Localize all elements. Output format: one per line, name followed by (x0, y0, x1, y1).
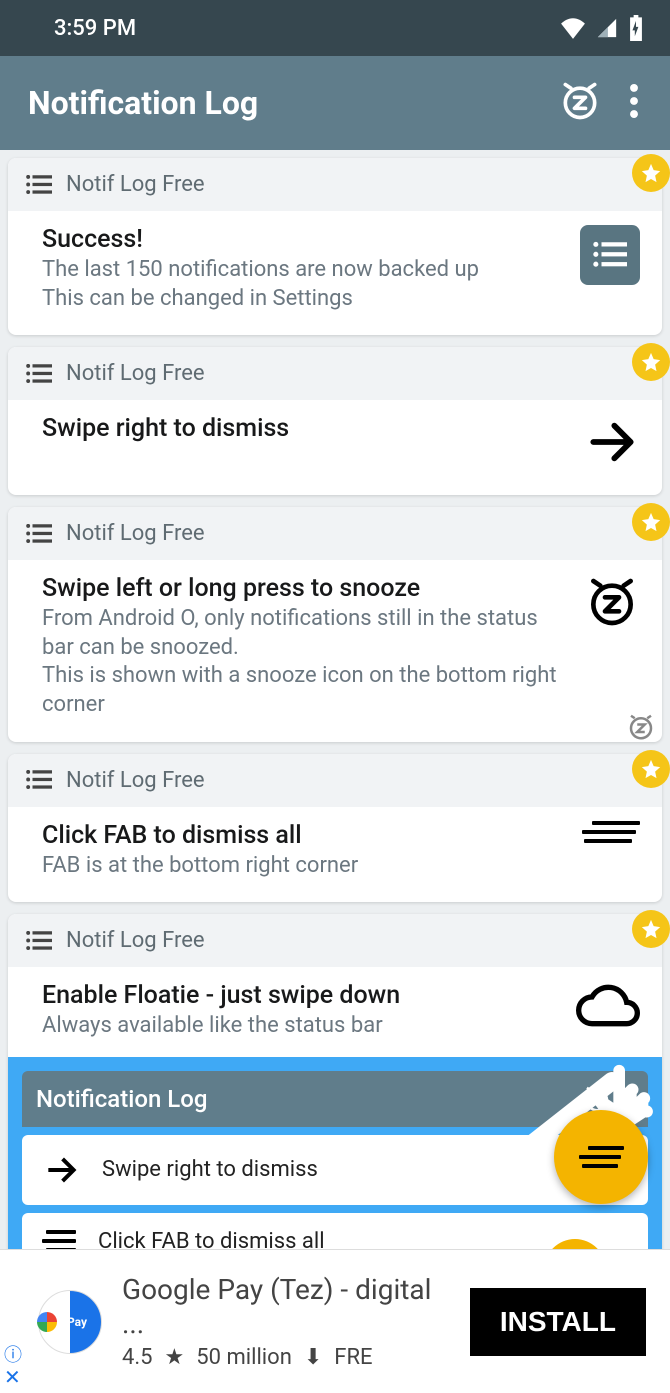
notification-list[interactable]: Notif Log Free Success! The last 150 not… (0, 150, 670, 1249)
card-header: Notif Log Free (8, 347, 662, 400)
list-icon (26, 770, 52, 790)
card-subtitle: FAB is at the bottom right corner (42, 852, 564, 881)
notification-card[interactable]: Notif Log Free Enable Floatie - just swi… (8, 914, 662, 1249)
list-icon (26, 931, 52, 951)
arrow-right-icon (584, 414, 640, 470)
page-title: Notification Log (28, 84, 558, 122)
star-badge-icon (632, 503, 670, 541)
status-bar: 3:59 PM (0, 0, 670, 56)
ad-info-icon[interactable]: ⓘ (4, 1341, 22, 1367)
card-title: Swipe right to dismiss (42, 414, 566, 443)
card-title: Click FAB to dismiss all (42, 821, 564, 850)
card-header: Notif Log Free (8, 158, 662, 211)
ad-logo: Pay (38, 1290, 102, 1354)
snooze-icon[interactable] (558, 79, 602, 127)
details-button[interactable] (580, 225, 640, 285)
card-app-name: Notif Log Free (66, 768, 205, 793)
card-subtitle: Always available like the status bar (42, 1012, 558, 1041)
star-badge-icon (632, 750, 670, 788)
ad-close-icon[interactable]: ✕ (4, 1365, 21, 1389)
ad-logo-text: Pay (67, 1315, 87, 1329)
list-icon (26, 175, 52, 195)
ad-meta: 4.5 ★ 50 million ⬇ FRE (122, 1345, 450, 1370)
battery-icon (628, 15, 644, 41)
preview-row-text: Click FAB to dismiss all (98, 1229, 325, 1249)
card-subtitle: From Android O, only notifications still… (42, 605, 566, 719)
wifi-icon (560, 17, 586, 39)
notification-card[interactable]: Notif Log Free Success! The last 150 not… (8, 158, 662, 335)
clear-all-icon (582, 821, 640, 843)
install-button[interactable]: INSTALL (470, 1288, 646, 1356)
list-icon (26, 524, 52, 544)
ad-banner[interactable]: ⓘ ✕ Pay Google Pay (Tez) - digital ... 4… (0, 1249, 670, 1393)
signal-icon (596, 17, 618, 39)
clear-all-icon (42, 1230, 76, 1249)
card-title: Enable Floatie - just swipe down (42, 981, 558, 1010)
notification-card[interactable]: Notif Log Free Click FAB to dismiss all … (8, 754, 662, 903)
card-app-name: Notif Log Free (66, 172, 205, 197)
notification-card[interactable]: Notif Log Free Swipe right to dismiss (8, 347, 662, 495)
star-badge-icon (632, 343, 670, 381)
status-time: 3:59 PM (54, 16, 136, 41)
card-header: Notif Log Free (8, 507, 662, 560)
card-header: Notif Log Free (8, 754, 662, 807)
download-icon: ⬇ (304, 1345, 322, 1370)
snooze-indicator-icon (626, 712, 656, 746)
status-icons (560, 15, 644, 41)
notification-card[interactable]: Notif Log Free Swipe left or long press … (8, 507, 662, 741)
ad-rating: 4.5 (122, 1345, 153, 1370)
snooze-icon (584, 574, 640, 630)
list-icon (26, 364, 52, 384)
card-title: Success! (42, 225, 562, 254)
cloud-icon (576, 981, 640, 1029)
card-app-name: Notif Log Free (66, 361, 205, 386)
card-app-name: Notif Log Free (66, 521, 205, 546)
card-subtitle: The last 150 notifications are now backe… (42, 256, 562, 313)
preview-title: Notification Log (36, 1085, 207, 1113)
ad-installs: 50 million (196, 1345, 292, 1370)
star-icon: ★ (165, 1345, 185, 1370)
ad-price: FRE (334, 1345, 372, 1370)
card-header: Notif Log Free (8, 914, 662, 967)
arrow-right-icon (42, 1151, 80, 1189)
star-badge-icon (632, 910, 670, 948)
card-app-name: Notif Log Free (66, 928, 205, 953)
more-icon[interactable] (630, 84, 638, 122)
card-title: Swipe left or long press to snooze (42, 574, 566, 603)
fab-clear-all[interactable] (554, 1110, 648, 1204)
star-badge-icon (632, 154, 670, 192)
clear-all-icon (579, 1146, 624, 1168)
app-bar: Notification Log (0, 56, 670, 150)
ad-title: Google Pay (Tez) - digital ... (122, 1273, 450, 1340)
